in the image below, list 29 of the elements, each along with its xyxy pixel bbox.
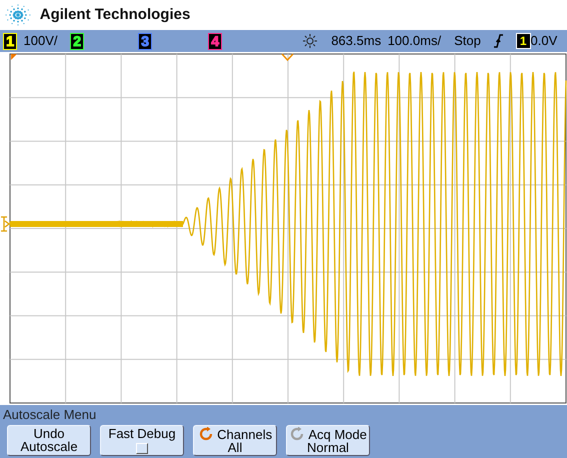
channel-badge[interactable]: 2: [70, 32, 84, 50]
softkey-label: Undo: [33, 427, 65, 440]
menu-title: Autoscale Menu: [0, 405, 567, 425]
softkey[interactable]: Fast Debug: [100, 425, 184, 456]
rising-edge-icon: [494, 34, 503, 48]
softkey-label: Channels: [217, 428, 272, 440]
softkey-label: Acq Mode: [308, 428, 367, 440]
channel-badge[interactable]: 1: [3, 32, 18, 50]
softkey-label: Normal: [307, 441, 349, 454]
softkey-label: Fast Debug: [108, 427, 176, 440]
brand-name: Agilent Technologies: [40, 4, 190, 25]
trigger-point-marker-icon: [281, 54, 294, 62]
softkey-label: All: [228, 441, 242, 454]
ground-marker-icon: [0, 216, 10, 232]
checkbox[interactable]: [136, 443, 148, 454]
run-state: Stop: [454, 32, 481, 50]
trigger-source-badge[interactable]: 1: [516, 33, 530, 49]
timebase: 100.0ms/: [388, 32, 442, 50]
trigger-position-marker-icon: [11, 54, 17, 60]
softkey-label: Autoscale: [20, 440, 78, 453]
trigger-level: 0.0V: [530, 32, 558, 50]
channel-badge[interactable]: 3: [138, 32, 152, 50]
softkey[interactable]: Undo Autoscale: [7, 425, 91, 456]
channel-scale: 100V/: [24, 32, 58, 50]
trigger-delay: 863.5ms: [331, 32, 382, 50]
softkey[interactable]: Channels All: [193, 425, 277, 456]
acquisition-icon: [302, 33, 318, 49]
channel-badge[interactable]: 4: [208, 32, 222, 50]
softkey[interactable]: Acq Mode Normal: [286, 425, 370, 456]
